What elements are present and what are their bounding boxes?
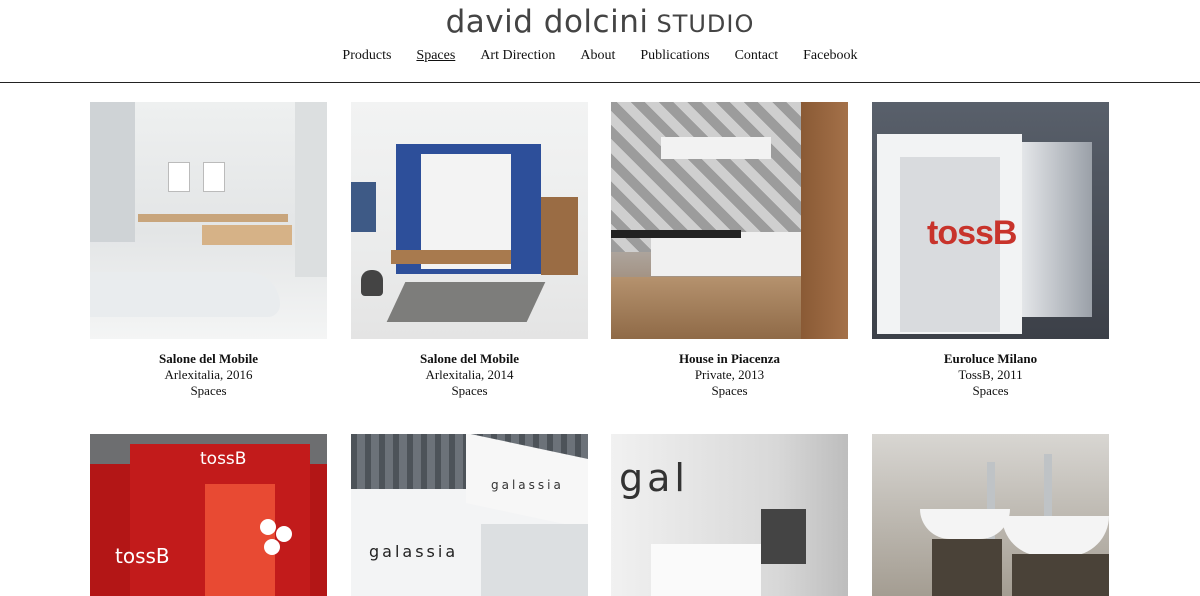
project-thumbnail[interactable] [872, 434, 1109, 596]
project-thumbnail[interactable] [351, 102, 588, 339]
project-card[interactable]: House in Piacenza Private, 2013 Spaces [611, 102, 848, 399]
tossb-sign: tossB [927, 214, 1017, 252]
project-title[interactable]: House in Piacenza [611, 351, 848, 367]
nav-art-direction[interactable]: Art Direction [480, 48, 555, 64]
project-client: TossB, 2011 [958, 367, 1023, 382]
project-card[interactable]: gal [611, 434, 848, 596]
project-card[interactable] [872, 434, 1109, 596]
project-client: Private, 2013 [694, 367, 765, 382]
project-title[interactable]: Euroluce Milano [872, 351, 1109, 367]
project-card[interactable]: Salone del Mobile Arlexitalia, 2014 Spac… [351, 102, 588, 399]
project-category: Spaces [972, 383, 1009, 398]
project-category: Spaces [451, 383, 488, 398]
project-card[interactable]: Salone del Mobile Arlexitalia, 2016 Spac… [90, 102, 327, 399]
project-thumbnail[interactable]: gal [611, 434, 848, 596]
nav-products[interactable]: Products [342, 48, 391, 64]
nav-contact[interactable]: Contact [735, 48, 779, 64]
project-thumbnail[interactable] [611, 102, 848, 339]
project-thumbnail[interactable] [90, 102, 327, 339]
project-card[interactable]: tossB Euroluce Milano TossB, 2011 Spaces [872, 102, 1109, 399]
project-category: Spaces [190, 383, 227, 398]
tossb-label-top: tossB [200, 449, 247, 469]
project-client: Arlexitalia, 2014 [425, 367, 514, 382]
nav-spaces[interactable]: Spaces [416, 48, 455, 64]
brand-suffix: STUDIO [656, 10, 755, 38]
site-header: david dolcini STUDIO Products Spaces Art … [0, 0, 1200, 83]
nav-publications[interactable]: Publications [640, 48, 709, 64]
nav-facebook[interactable]: Facebook [803, 48, 857, 64]
project-category: Spaces [711, 383, 748, 398]
tossb-label-side: tossB [115, 544, 170, 568]
project-thumbnail[interactable]: galassia galassia [351, 434, 588, 596]
nav-about[interactable]: About [580, 48, 615, 64]
project-thumbnail[interactable]: tossB [872, 102, 1109, 339]
project-title[interactable]: Salone del Mobile [90, 351, 327, 367]
brand-name: david dolcini [445, 4, 649, 40]
project-card[interactable]: galassia galassia [351, 434, 588, 596]
galassia-sign-top: galassia [491, 478, 564, 492]
site-logo[interactable]: david dolcini STUDIO [0, 4, 1200, 40]
main-nav: Products Spaces Art Direction About Publ… [0, 48, 1200, 64]
gal-sign: gal [619, 456, 689, 500]
project-thumbnail[interactable]: tossB tossB [90, 434, 327, 596]
project-client: Arlexitalia, 2016 [164, 367, 253, 382]
galassia-sign-front: galassia [369, 542, 459, 561]
project-title[interactable]: Salone del Mobile [351, 351, 588, 367]
project-card[interactable]: tossB tossB [90, 434, 327, 596]
